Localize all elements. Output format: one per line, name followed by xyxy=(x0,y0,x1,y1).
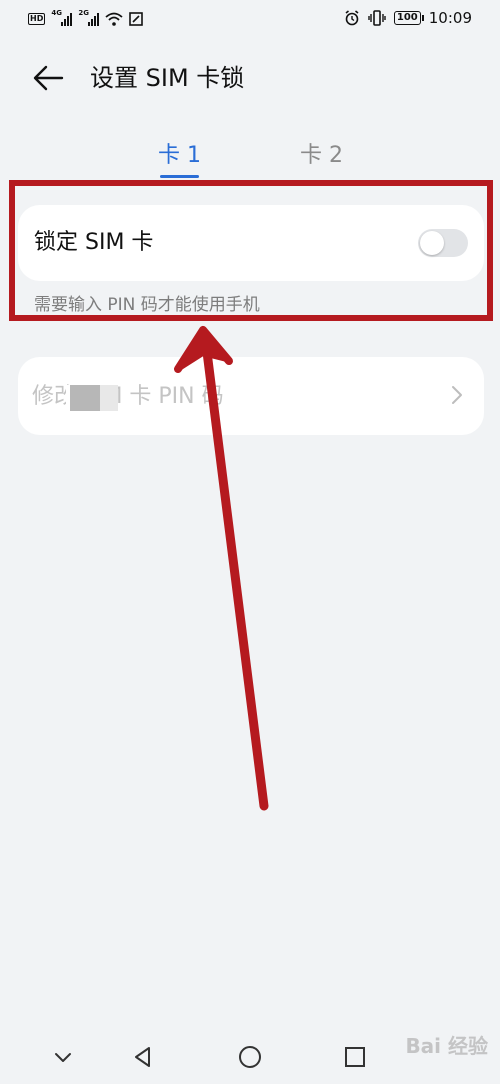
app-header: 设置 SIM 卡锁 xyxy=(0,50,500,106)
lock-sim-label: 锁定 SIM 卡 xyxy=(34,230,154,255)
lock-sim-description: 需要输入 PIN 码才能使用手机 xyxy=(34,295,260,315)
sim1-network-label: 4G xyxy=(51,9,62,17)
lock-sim-toggle[interactable] xyxy=(418,229,468,257)
vibrate-icon xyxy=(368,10,386,26)
nfc-icon xyxy=(129,12,144,26)
nav-home-button[interactable] xyxy=(235,1042,265,1072)
redaction-patch xyxy=(66,385,118,411)
tab-sim2[interactable]: 卡 2 xyxy=(300,138,343,174)
chevron-right-icon xyxy=(452,386,462,404)
change-pin-label: 修改 SIM 卡 PIN 码 xyxy=(32,384,224,409)
wifi-icon xyxy=(105,12,123,26)
page-title: 设置 SIM 卡锁 xyxy=(90,64,245,92)
status-bar: HD 4G 2G 100 10:09 xyxy=(0,0,500,36)
lock-sim-card[interactable]: 锁定 SIM 卡 xyxy=(18,205,484,281)
arrow-left-icon xyxy=(33,65,64,91)
toggle-knob xyxy=(420,231,444,255)
nav-collapse-button[interactable] xyxy=(48,1042,78,1072)
circle-home-icon xyxy=(239,1046,261,1068)
tab-sim1-label: 卡 1 xyxy=(158,143,201,168)
status-left: HD 4G 2G xyxy=(28,9,144,28)
tab-active-indicator xyxy=(160,175,199,178)
clock: 10:09 xyxy=(428,9,472,27)
change-pin-card[interactable]: 修改 SIM 卡 PIN 码 xyxy=(18,357,484,435)
sim2-network-label: 2G xyxy=(78,9,89,17)
nav-back-button[interactable] xyxy=(128,1042,158,1072)
alarm-icon xyxy=(345,10,359,26)
status-right: 100 10:09 xyxy=(344,8,472,28)
back-button[interactable] xyxy=(30,62,66,94)
nav-recents-button[interactable] xyxy=(340,1042,370,1072)
tab-sim1[interactable]: 卡 1 xyxy=(158,138,201,178)
tab-sim2-label: 卡 2 xyxy=(300,143,343,168)
battery-icon: 100 xyxy=(393,11,424,25)
screen: HD 4G 2G 100 10:09 设置 SIM 卡锁 卡 1 卡 2 锁定 … xyxy=(0,0,500,1084)
hd-badge: HD xyxy=(28,13,46,25)
baidu-jingyan-watermark: Bai 经验 xyxy=(405,1034,488,1058)
sim-tabs: 卡 1 卡 2 xyxy=(0,138,500,182)
triangle-back-icon xyxy=(135,1047,150,1067)
signal-sim1-icon: 4G xyxy=(51,9,73,26)
square-recents-icon xyxy=(345,1047,365,1067)
chevron-down-icon xyxy=(55,1053,71,1062)
signal-sim2-icon: 2G xyxy=(78,9,100,26)
